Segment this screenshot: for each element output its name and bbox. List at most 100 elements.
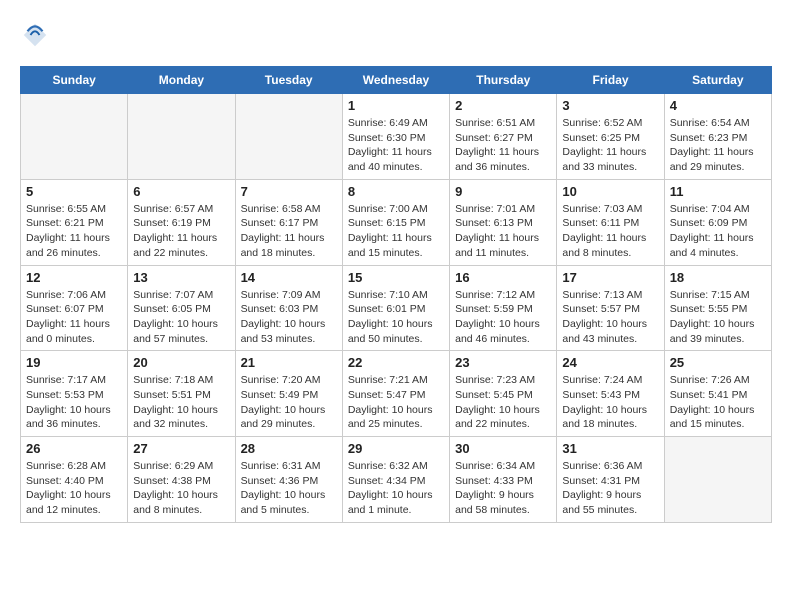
day-number: 22 — [348, 355, 444, 370]
day-info: Sunrise: 6:34 AM Sunset: 4:33 PM Dayligh… — [455, 459, 551, 518]
day-info: Sunrise: 7:23 AM Sunset: 5:45 PM Dayligh… — [455, 373, 551, 432]
day-info: Sunrise: 6:55 AM Sunset: 6:21 PM Dayligh… — [26, 202, 122, 261]
day-number: 29 — [348, 441, 444, 456]
week-row-2: 5 Sunrise: 6:55 AM Sunset: 6:21 PM Daylig… — [21, 179, 772, 265]
day-number: 1 — [348, 98, 444, 113]
day-info: Sunrise: 7:12 AM Sunset: 5:59 PM Dayligh… — [455, 288, 551, 347]
day-header-sunday: Sunday — [21, 67, 128, 94]
day-cell: 18Sunrise: 7:15 AM Sunset: 5:55 PM Dayli… — [664, 265, 771, 351]
day-number: 11 — [670, 184, 766, 199]
day-header-friday: Friday — [557, 67, 664, 94]
day-cell: 20Sunrise: 7:18 AM Sunset: 5:51 PM Dayli… — [128, 351, 235, 437]
day-cell: 29 Sunrise: 6:32 AM Sunset: 4:34 PM Dayli… — [342, 437, 449, 523]
day-number: 30 — [455, 441, 551, 456]
day-number: 25 — [670, 355, 766, 370]
day-info: Sunrise: 7:13 AM Sunset: 5:57 PM Dayligh… — [562, 288, 658, 347]
day-cell: 10Sunrise: 7:03 AM Sunset: 6:11 PM Dayli… — [557, 179, 664, 265]
day-cell: 6 Sunrise: 6:57 AM Sunset: 6:19 PM Daylig… — [128, 179, 235, 265]
day-number: 19 — [26, 355, 122, 370]
day-number: 21 — [241, 355, 337, 370]
day-info: Sunrise: 7:26 AM Sunset: 5:41 PM Dayligh… — [670, 373, 766, 432]
day-info: Sunrise: 7:21 AM Sunset: 5:47 PM Dayligh… — [348, 373, 444, 432]
day-header-wednesday: Wednesday — [342, 67, 449, 94]
day-cell: 15Sunrise: 7:10 AM Sunset: 6:01 PM Dayli… — [342, 265, 449, 351]
day-header-monday: Monday — [128, 67, 235, 94]
day-info: Sunrise: 6:31 AM Sunset: 4:36 PM Dayligh… — [241, 459, 337, 518]
day-cell: 7 Sunrise: 6:58 AM Sunset: 6:17 PM Daylig… — [235, 179, 342, 265]
day-cell: 3 Sunrise: 6:52 AM Sunset: 6:25 PM Daylig… — [557, 94, 664, 180]
day-info: Sunrise: 7:09 AM Sunset: 6:03 PM Dayligh… — [241, 288, 337, 347]
day-info: Sunrise: 7:10 AM Sunset: 6:01 PM Dayligh… — [348, 288, 444, 347]
day-info: Sunrise: 6:36 AM Sunset: 4:31 PM Dayligh… — [562, 459, 658, 518]
day-info: Sunrise: 6:32 AM Sunset: 4:34 PM Dayligh… — [348, 459, 444, 518]
day-number: 16 — [455, 270, 551, 285]
day-info: Sunrise: 6:29 AM Sunset: 4:38 PM Dayligh… — [133, 459, 229, 518]
day-cell: 11 Sunrise: 7:04 AM Sunset: 6:09 PM Dayli… — [664, 179, 771, 265]
day-number: 17 — [562, 270, 658, 285]
page-header — [20, 20, 772, 50]
day-info: Sunrise: 7:07 AM Sunset: 6:05 PM Dayligh… — [133, 288, 229, 347]
day-cell: 25 Sunrise: 7:26 AM Sunset: 5:41 PM Dayli… — [664, 351, 771, 437]
day-cell: 14 Sunrise: 7:09 AM Sunset: 6:03 PM Dayli… — [235, 265, 342, 351]
day-cell: 19 Sunrise: 7:17 AM Sunset: 5:53 PM Dayli… — [21, 351, 128, 437]
week-row-5: 26 Sunrise: 6:28 AM Sunset: 4:40 PM Dayli… — [21, 437, 772, 523]
day-info: Sunrise: 7:17 AM Sunset: 5:53 PM Dayligh… — [26, 373, 122, 432]
day-number: 28 — [241, 441, 337, 456]
day-info: Sunrise: 7:04 AM Sunset: 6:09 PM Dayligh… — [670, 202, 766, 261]
day-cell: 9 Sunrise: 7:01 AM Sunset: 6:13 PM Daylig… — [450, 179, 557, 265]
day-number: 26 — [26, 441, 122, 456]
day-header-saturday: Saturday — [664, 67, 771, 94]
day-info: Sunrise: 7:20 AM Sunset: 5:49 PM Dayligh… — [241, 373, 337, 432]
day-number: 3 — [562, 98, 658, 113]
day-cell — [21, 94, 128, 180]
day-info: Sunrise: 7:03 AM Sunset: 6:11 PM Dayligh… — [562, 202, 658, 261]
day-cell: 31 Sunrise: 6:36 AM Sunset: 4:31 PM Dayli… — [557, 437, 664, 523]
day-info: Sunrise: 6:58 AM Sunset: 6:17 PM Dayligh… — [241, 202, 337, 261]
day-number: 24 — [562, 355, 658, 370]
day-info: Sunrise: 6:54 AM Sunset: 6:23 PM Dayligh… — [670, 116, 766, 175]
day-cell: 13 Sunrise: 7:07 AM Sunset: 6:05 PM Dayli… — [128, 265, 235, 351]
day-number: 7 — [241, 184, 337, 199]
day-cell: 23Sunrise: 7:23 AM Sunset: 5:45 PM Dayli… — [450, 351, 557, 437]
day-header-tuesday: Tuesday — [235, 67, 342, 94]
day-cell: 26 Sunrise: 6:28 AM Sunset: 4:40 PM Dayli… — [21, 437, 128, 523]
day-cell — [128, 94, 235, 180]
day-info: Sunrise: 7:15 AM Sunset: 5:55 PM Dayligh… — [670, 288, 766, 347]
day-cell: 4 Sunrise: 6:54 AM Sunset: 6:23 PM Daylig… — [664, 94, 771, 180]
day-info: Sunrise: 7:24 AM Sunset: 5:43 PM Dayligh… — [562, 373, 658, 432]
day-info: Sunrise: 6:57 AM Sunset: 6:19 PM Dayligh… — [133, 202, 229, 261]
day-number: 27 — [133, 441, 229, 456]
day-number: 31 — [562, 441, 658, 456]
day-cell: 21 Sunrise: 7:20 AM Sunset: 5:49 PM Dayli… — [235, 351, 342, 437]
day-cell — [664, 437, 771, 523]
days-header-row: SundayMondayTuesdayWednesdayThursdayFrid… — [21, 67, 772, 94]
day-cell: 22 Sunrise: 7:21 AM Sunset: 5:47 PM Dayli… — [342, 351, 449, 437]
day-number: 14 — [241, 270, 337, 285]
day-number: 2 — [455, 98, 551, 113]
calendar-table: SundayMondayTuesdayWednesdayThursdayFrid… — [20, 66, 772, 523]
day-cell — [235, 94, 342, 180]
day-info: Sunrise: 6:52 AM Sunset: 6:25 PM Dayligh… — [562, 116, 658, 175]
day-number: 20 — [133, 355, 229, 370]
day-cell: 17 Sunrise: 7:13 AM Sunset: 5:57 PM Dayli… — [557, 265, 664, 351]
day-info: Sunrise: 7:06 AM Sunset: 6:07 PM Dayligh… — [26, 288, 122, 347]
day-info: Sunrise: 6:28 AM Sunset: 4:40 PM Dayligh… — [26, 459, 122, 518]
day-cell: 30 Sunrise: 6:34 AM Sunset: 4:33 PM Dayli… — [450, 437, 557, 523]
day-number: 6 — [133, 184, 229, 199]
logo-icon — [20, 20, 50, 50]
day-info: Sunrise: 7:00 AM Sunset: 6:15 PM Dayligh… — [348, 202, 444, 261]
day-cell: 2Sunrise: 6:51 AM Sunset: 6:27 PM Daylig… — [450, 94, 557, 180]
day-number: 8 — [348, 184, 444, 199]
week-row-1: 1 Sunrise: 6:49 AM Sunset: 6:30 PM Daylig… — [21, 94, 772, 180]
day-cell: 16 Sunrise: 7:12 AM Sunset: 5:59 PM Dayli… — [450, 265, 557, 351]
day-cell: 8 Sunrise: 7:00 AM Sunset: 6:15 PM Daylig… — [342, 179, 449, 265]
day-number: 9 — [455, 184, 551, 199]
day-info: Sunrise: 6:49 AM Sunset: 6:30 PM Dayligh… — [348, 116, 444, 175]
day-info: Sunrise: 7:01 AM Sunset: 6:13 PM Dayligh… — [455, 202, 551, 261]
day-number: 5 — [26, 184, 122, 199]
day-cell: 1 Sunrise: 6:49 AM Sunset: 6:30 PM Daylig… — [342, 94, 449, 180]
day-header-thursday: Thursday — [450, 67, 557, 94]
day-number: 4 — [670, 98, 766, 113]
day-number: 13 — [133, 270, 229, 285]
logo — [20, 20, 54, 50]
